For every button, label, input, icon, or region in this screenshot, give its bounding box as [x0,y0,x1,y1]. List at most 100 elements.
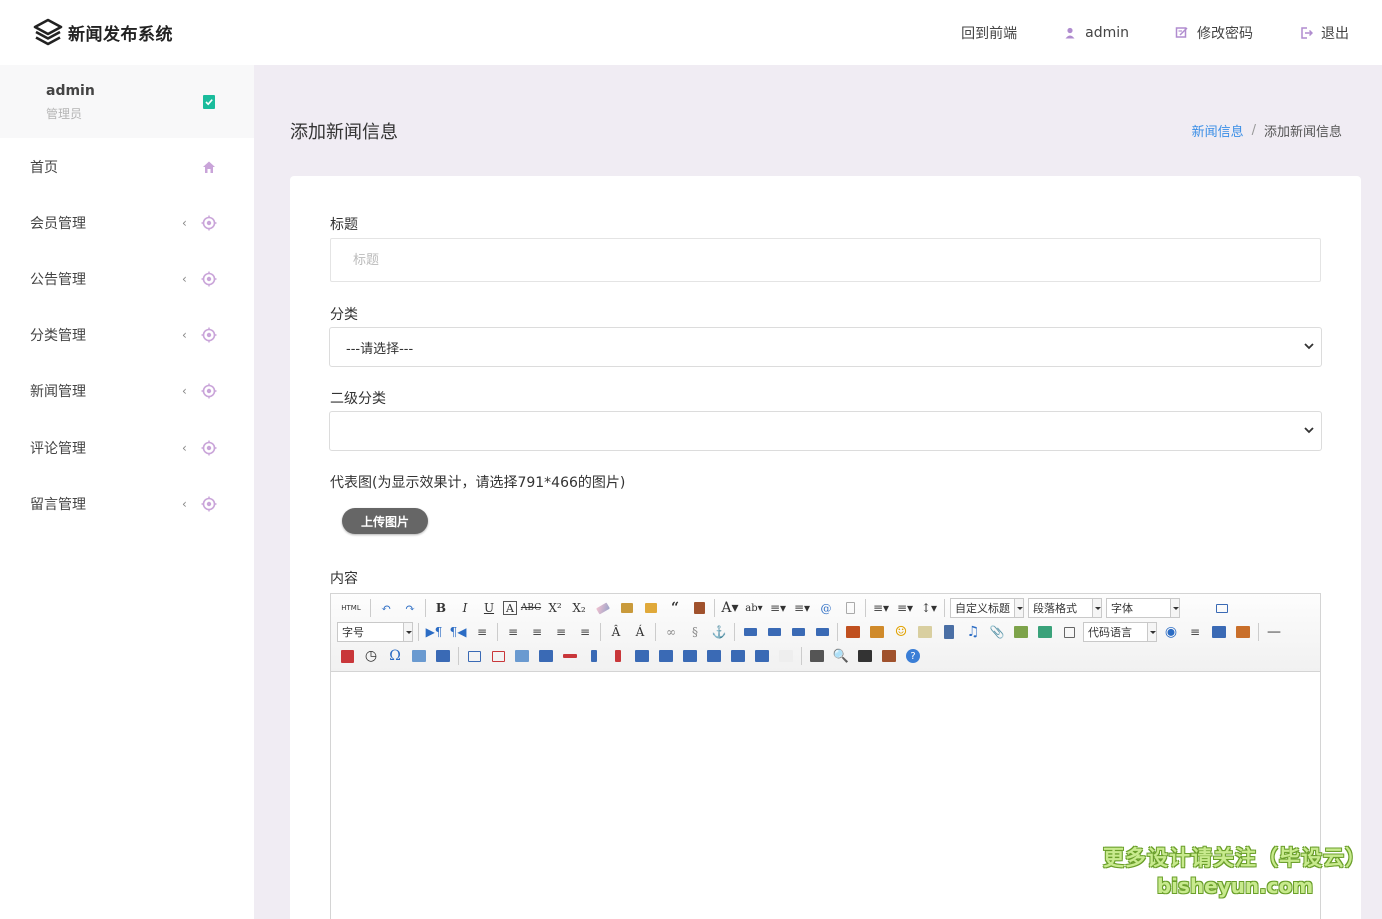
fullscreen-icon[interactable] [1212,598,1232,618]
simple-upload-icon[interactable] [843,622,863,642]
preview-icon[interactable]: 🔍 [831,646,851,666]
font-color-icon[interactable]: A▾ [720,598,740,618]
ordered-list-icon[interactable]: ≡▾ [768,598,788,618]
map-icon[interactable] [1011,622,1031,642]
insert-table-icon[interactable] [464,646,484,666]
category-select[interactable]: ---请选择--- [329,327,1322,367]
blank-page-icon[interactable] [840,598,860,618]
image-left-float-icon[interactable] [764,622,784,642]
emotion-icon[interactable]: ☺ [891,622,911,642]
print-icon[interactable] [807,646,827,666]
nav-back-to-front[interactable]: 回到前端 [961,23,1017,43]
unordered-list-icon[interactable]: ≡▾ [792,598,812,618]
merge-right-icon[interactable] [656,646,676,666]
row-spacing-bottom-icon[interactable]: ≡▾ [895,598,915,618]
template-icon[interactable] [1209,622,1229,642]
music-icon[interactable]: ♫ [963,622,983,642]
html-source-icon[interactable]: HTML [337,598,365,618]
subcategory-select[interactable] [329,411,1322,451]
insert-col-icon[interactable] [584,646,604,666]
sidebar-item-announcements[interactable]: 公告管理 ‹ [0,251,254,307]
attachment-icon[interactable]: 📎 [987,622,1007,642]
gmap-icon[interactable] [1035,622,1055,642]
paragraph-combo[interactable]: 段落格式 [1028,598,1102,618]
chart-icon[interactable] [776,646,796,666]
sidebar-item-home[interactable]: 首页 [0,139,254,195]
special-chars-icon[interactable]: Ω [385,646,405,666]
lowercase-icon[interactable]: Á [630,622,650,642]
web-icon[interactable]: ◉ [1161,622,1181,642]
italic-icon[interactable]: I [455,598,475,618]
rtl-direction-icon[interactable]: ¶◀ [448,622,468,642]
custom-title-combo[interactable]: 自定义标题 [950,598,1024,618]
breadcrumb-parent-link[interactable]: 新闻信息 [1192,121,1244,140]
font-border-icon[interactable]: A [503,601,517,615]
highlight-color-icon[interactable]: ab▾ [744,598,764,618]
upload-image-button[interactable]: 上传图片 [342,508,428,534]
merge-down-icon[interactable] [680,646,700,666]
align-center-icon[interactable]: ≡ [527,622,547,642]
anchor-icon[interactable]: ⚓ [709,622,729,642]
delete-col-icon[interactable] [608,646,628,666]
page-break-icon[interactable]: ≡ [1185,622,1205,642]
sidebar-item-news[interactable]: 新闻管理 ‹ [0,363,254,419]
line-height-icon[interactable]: ↕▾ [919,598,939,618]
align-left-icon[interactable]: ≡ [503,622,523,642]
link-icon[interactable]: ∞ [661,622,681,642]
scrawl-icon[interactable] [915,622,935,642]
horizontal-rule-icon[interactable]: — [1264,622,1284,642]
indent-icon[interactable]: ≡ [472,622,492,642]
nav-logout[interactable]: 退出 [1299,23,1349,43]
nav-change-password[interactable]: 修改密码 [1175,23,1253,43]
uppercase-icon[interactable]: Â [606,622,626,642]
sidebar-item-categories[interactable]: 分类管理 ‹ [0,307,254,363]
insert-time-icon[interactable]: ◷ [361,646,381,666]
strikethrough-icon[interactable]: ABC [521,598,541,618]
help-icon[interactable]: ? [903,646,923,666]
font-size-combo[interactable]: 字号 [337,622,413,642]
align-justify-icon[interactable]: ≡ [575,622,595,642]
brand[interactable]: 新闻发布系统 [32,17,173,49]
bold-icon[interactable]: B [431,598,451,618]
merge-cells-icon[interactable] [632,646,652,666]
sidebar-item-messages[interactable]: 留言管理 ‹ [0,476,254,532]
format-brush-icon[interactable] [617,598,637,618]
insert-paragraph-before-table-icon[interactable] [512,646,532,666]
row-spacing-top-icon[interactable]: ≡▾ [871,598,891,618]
sidebar-item-comments[interactable]: 评论管理 ‹ [0,420,254,476]
blockquote-icon[interactable]: “ [665,598,685,618]
wordimage-icon[interactable] [409,646,429,666]
insert-video-icon[interactable] [939,622,959,642]
image-center-icon[interactable] [812,622,832,642]
nav-user[interactable]: admin [1063,25,1129,41]
insert-link-icon[interactable]: @ [816,598,836,618]
insert-row-icon[interactable] [536,646,556,666]
drafts-icon[interactable] [879,646,899,666]
insert-image-icon[interactable] [867,622,887,642]
insert-date-icon[interactable] [337,646,357,666]
code-language-combo[interactable]: 代码语言 [1083,622,1157,642]
undo-icon[interactable]: ↶ [376,598,396,618]
auto-format-icon[interactable] [641,598,661,618]
ltr-direction-icon[interactable]: ▶¶ [424,622,444,642]
title-input[interactable] [330,238,1321,282]
image-right-float-icon[interactable] [788,622,808,642]
subscript-icon[interactable]: X₂ [569,598,589,618]
background-icon[interactable] [1233,622,1253,642]
eraser-icon[interactable] [593,598,613,618]
search-replace-icon[interactable] [855,646,875,666]
unlink-icon[interactable]: § [685,622,705,642]
word-paste-icon[interactable] [433,646,453,666]
superscript-icon[interactable]: X² [545,598,565,618]
insert-frame-icon[interactable] [1059,622,1079,642]
underline-icon[interactable]: U [479,598,499,618]
paste-plain-icon[interactable] [689,598,709,618]
delete-table-icon[interactable] [488,646,508,666]
split-cells-icon[interactable] [704,646,724,666]
delete-row-icon[interactable] [560,646,580,666]
redo-icon[interactable]: ↷ [400,598,420,618]
sidebar-item-members[interactable]: 会员管理 ‹ [0,195,254,251]
font-family-combo[interactable]: 字体 [1106,598,1180,618]
image-none-float-icon[interactable] [740,622,760,642]
split-rows-icon[interactable] [728,646,748,666]
